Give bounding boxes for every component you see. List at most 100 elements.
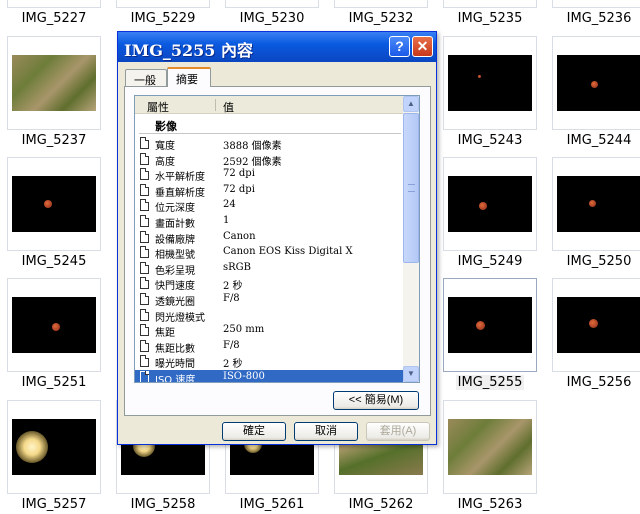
grip-icon bbox=[408, 184, 415, 192]
document-icon bbox=[140, 308, 149, 321]
property-value: Canon bbox=[223, 230, 256, 242]
property-row[interactable]: 設備廠牌 Canon bbox=[135, 230, 403, 246]
property-row[interactable]: 色彩呈現 sRGB bbox=[135, 261, 403, 277]
thumbnail-caption: IMG_5249 bbox=[457, 254, 523, 269]
tab-general[interactable]: 一般 bbox=[125, 69, 167, 87]
property-row[interactable]: 位元深度 24 bbox=[135, 198, 403, 215]
property-row[interactable]: 高度 2592 個像素 bbox=[135, 152, 403, 168]
property-name: 位元深度 bbox=[155, 203, 195, 215]
document-icon bbox=[140, 137, 149, 149]
thumbnail-caption: IMG_5257 bbox=[21, 497, 87, 512]
moon-dot bbox=[589, 319, 598, 328]
list-header: 屬性 值 bbox=[135, 96, 403, 114]
property-value: 2 秒 bbox=[223, 281, 243, 293]
property-name: 色彩呈現 bbox=[155, 265, 195, 277]
document-icon bbox=[140, 371, 149, 382]
thumbnail-caption: IMG_5255 bbox=[455, 375, 525, 390]
moon-dot bbox=[589, 200, 596, 207]
property-value: 72 dpi bbox=[223, 168, 255, 180]
thumbnail-caption: IMG_5244 bbox=[566, 133, 632, 148]
property-name: 相機型號 bbox=[155, 250, 195, 262]
eclipse-photo bbox=[557, 176, 640, 232]
thumbnail-caption: IMG_5261 bbox=[239, 497, 305, 512]
document-icon bbox=[140, 230, 149, 243]
moon-dot bbox=[44, 200, 52, 208]
document-icon bbox=[140, 324, 149, 337]
star-dot bbox=[478, 75, 481, 78]
property-name: 快門速度 bbox=[155, 281, 195, 293]
document-icon bbox=[140, 246, 149, 259]
thumbnail-caption: IMG_5245 bbox=[21, 254, 87, 269]
column-header-value[interactable]: 值 bbox=[223, 99, 234, 115]
property-row[interactable]: 曝光時間 2 秒 bbox=[135, 354, 403, 371]
property-name: 透鏡光圈 bbox=[155, 297, 195, 308]
close-button[interactable]: ✕ bbox=[412, 36, 433, 57]
simple-view-button[interactable]: << 簡易(M) bbox=[333, 391, 419, 410]
property-value: 72 dpi bbox=[223, 183, 255, 195]
eclipse-photo bbox=[12, 176, 96, 232]
document-icon bbox=[140, 339, 149, 352]
property-row[interactable]: 水平解析度 72 dpi bbox=[135, 167, 403, 183]
vertical-scrollbar[interactable]: ▲ ▼ bbox=[403, 96, 419, 382]
property-name: ISO 速度 bbox=[155, 375, 196, 383]
eclipse-photo bbox=[557, 55, 640, 111]
property-value: Canon EOS Kiss Digital X bbox=[223, 246, 353, 258]
thumbnail-frame bbox=[552, 0, 640, 8]
property-row[interactable]: 相機型號 Canon EOS Kiss Digital X bbox=[135, 245, 403, 262]
dialog-title-bar[interactable]: IMG_5255 內容 ? ✕ bbox=[118, 32, 436, 62]
property-row[interactable]: 閃光燈模式 bbox=[135, 308, 403, 324]
moon-dot bbox=[476, 321, 485, 330]
grass-photo bbox=[12, 55, 96, 111]
moon-dot bbox=[479, 202, 487, 210]
moon-dot bbox=[591, 81, 598, 88]
property-name: 焦距比數 bbox=[155, 343, 195, 355]
column-header-property[interactable]: 屬性 bbox=[147, 99, 169, 115]
property-value: 250 mm bbox=[223, 324, 265, 336]
property-value: 2 秒 bbox=[223, 359, 243, 371]
property-row[interactable]: 畫面計數 1 bbox=[135, 214, 403, 230]
thumbnail-caption: IMG_5236 bbox=[566, 11, 632, 26]
document-icon bbox=[140, 168, 149, 181]
property-row[interactable]: ISO 速度 ISO-800 bbox=[135, 370, 403, 383]
thumbnail-caption: IMG_5251 bbox=[21, 375, 87, 390]
thumbnail-caption: IMG_5227 bbox=[21, 11, 87, 26]
property-name: 焦距 bbox=[155, 328, 175, 340]
property-row[interactable]: 焦距比數 F/8 bbox=[135, 339, 403, 355]
apply-button[interactable]: 套用(A) bbox=[366, 422, 430, 441]
night-sky-photo bbox=[448, 55, 532, 111]
column-separator[interactable] bbox=[215, 99, 216, 111]
property-row[interactable]: 焦距 250 mm bbox=[135, 323, 403, 340]
section-heading: 影像 bbox=[155, 121, 177, 133]
property-value: sRGB bbox=[223, 261, 251, 273]
thumbnail-frame bbox=[116, 0, 210, 8]
property-row[interactable]: 快門速度 2 秒 bbox=[135, 276, 403, 293]
property-name: 垂直解析度 bbox=[155, 187, 205, 199]
thumbnail-frame bbox=[225, 0, 319, 8]
property-row[interactable]: 垂直解析度 72 dpi bbox=[135, 183, 403, 199]
document-icon bbox=[140, 355, 149, 368]
dialog-title: IMG_5255 內容 bbox=[124, 41, 253, 60]
property-row[interactable]: 透鏡光圈 F/8 bbox=[135, 292, 403, 308]
property-list[interactable]: 屬性 值 影像 寬度 3888 個像素 高度 2592 個像素 水平解析度 72 dpi 垂… bbox=[134, 95, 420, 383]
thumbnail-frame bbox=[443, 0, 537, 8]
scroll-down-arrow-icon[interactable]: ▼ bbox=[403, 366, 419, 382]
eclipse-photo bbox=[557, 297, 640, 353]
ok-button[interactable]: 確定 bbox=[222, 422, 286, 441]
scroll-thumb[interactable] bbox=[403, 113, 419, 263]
document-icon bbox=[140, 152, 149, 165]
desktop: IMG_5227 IMG_5229 IMG_5230 IMG_5232 IMG_… bbox=[0, 0, 640, 514]
property-name: 閃光燈模式 bbox=[155, 312, 205, 324]
property-row[interactable]: 寬度 3888 個像素 bbox=[135, 136, 403, 152]
thumbnail-caption: IMG_5263 bbox=[457, 497, 523, 512]
tab-summary[interactable]: 摘要 bbox=[167, 67, 211, 87]
thumbnail-caption: IMG_5230 bbox=[239, 11, 305, 26]
eclipse-photo bbox=[448, 297, 532, 353]
document-icon bbox=[140, 277, 149, 290]
moon-photo bbox=[12, 419, 96, 475]
property-value: F/8 bbox=[223, 339, 240, 351]
cancel-button[interactable]: 取消 bbox=[294, 422, 358, 441]
thumbnail-caption: IMG_5237 bbox=[21, 133, 87, 148]
help-button[interactable]: ? bbox=[389, 36, 410, 57]
scroll-up-arrow-icon[interactable]: ▲ bbox=[403, 96, 419, 112]
property-name: 曝光時間 bbox=[155, 359, 195, 371]
